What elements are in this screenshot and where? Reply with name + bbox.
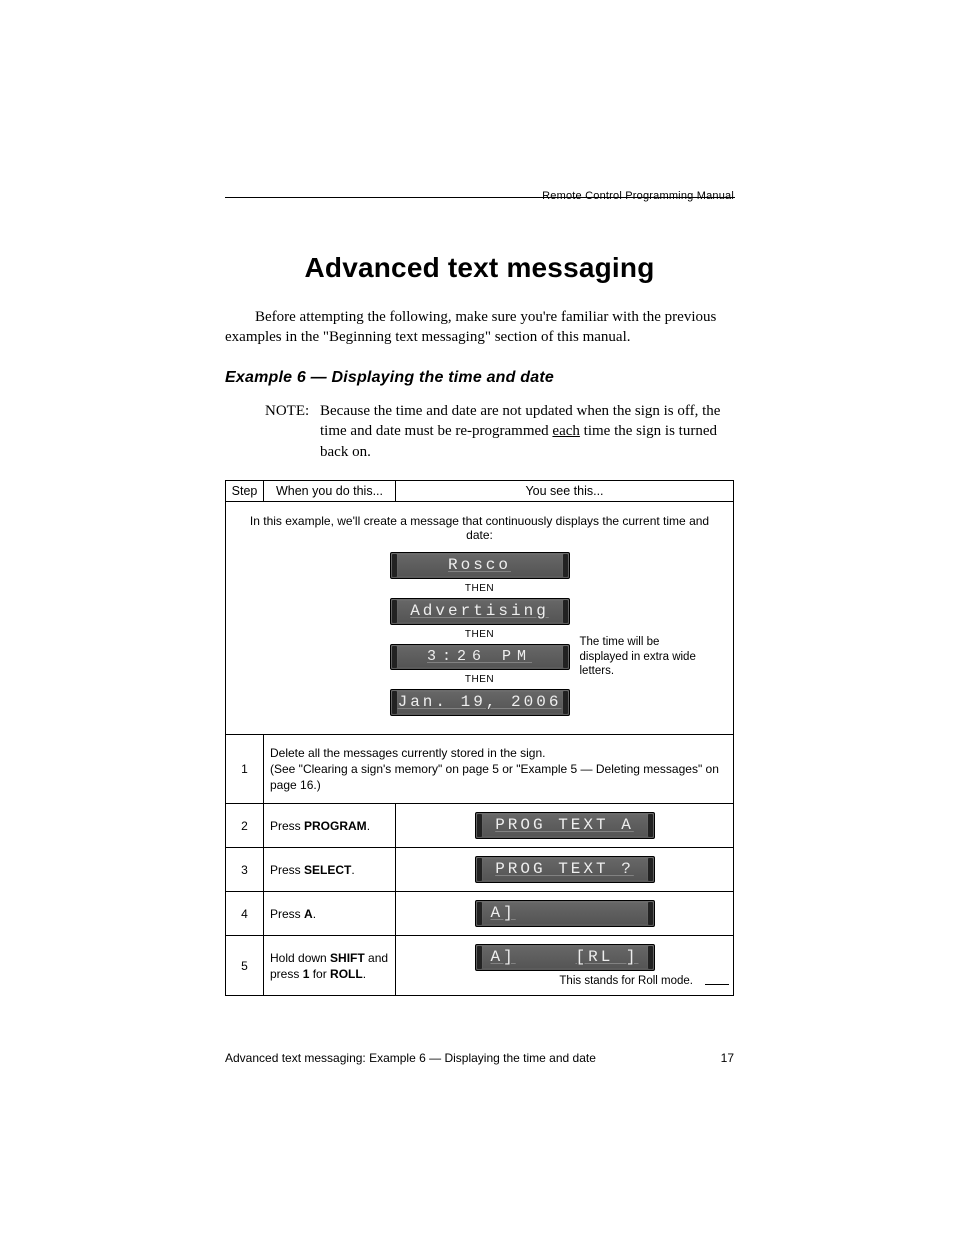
table-intro-cell: In this example, we'll create a message … [226,501,734,734]
th-step: Step [226,480,264,501]
step-action: Press A. [264,892,396,936]
table-row: 3 Press SELECT. PROG TEXT ? [226,848,734,892]
table-intro-text: In this example, we'll create a message … [236,512,723,542]
lcd-text: 3:26 PM [398,647,562,667]
note-block: NOTE: Because the time and date are not … [265,401,734,462]
footer-page-number: 17 [721,1051,734,1065]
step-number: 3 [226,848,264,892]
lcd-text: Rosco [398,555,562,576]
lcd-text: PROG TEXT ? [483,859,647,880]
time-annotation: The time will be displayed in extra wide… [580,635,700,678]
note-label: NOTE: [265,401,320,462]
step-number: 5 [226,936,264,996]
lcd-text: A] [483,903,647,924]
step-result: PROG TEXT A [396,804,734,848]
step-action: Press SELECT. [264,848,396,892]
then-label: THEN [465,629,494,640]
lcd-sequence: Rosco THEN Advertising THEN 3:26 PM The … [236,552,723,716]
lcd-display: 3:26 PM [390,644,570,670]
page-title: Advanced text messaging [225,252,734,284]
page-footer: Advanced text messaging: Example 6 — Dis… [225,1051,734,1065]
note-underlined: each [552,423,579,439]
step-action: Press PROGRAM. [264,804,396,848]
th-result: You see this... [396,480,734,501]
then-label: THEN [465,674,494,685]
steps-table: Step When you do this... You see this...… [225,480,734,997]
table-header-row: Step When you do this... You see this... [226,480,734,501]
table-row: 4 Press A. A] [226,892,734,936]
table-row: 1 Delete all the messages currently stor… [226,734,734,804]
note-body: Because the time and date are not update… [320,401,734,462]
example-heading: Example 6 — Displaying the time and date [225,369,734,387]
annotation-leader [705,984,729,985]
lcd-display: A] [475,900,655,927]
step-result: PROG TEXT ? [396,848,734,892]
table-row: 5 Hold down SHIFT and press 1 for ROLL. … [226,936,734,996]
lcd-text: Jan. 19, 2006 [398,692,562,713]
lcd-text: PROG TEXT A [483,815,647,836]
table-row: 2 Press PROGRAM. PROG TEXT A [226,804,734,848]
lcd-display: Jan. 19, 2006 [390,689,570,716]
step-action-text: Delete all the messages currently stored… [270,746,545,760]
step-number: 2 [226,804,264,848]
step-number: 1 [226,734,264,804]
th-action: When you do this... [264,480,396,501]
intro-paragraph: Before attempting the following, make su… [225,308,734,347]
lcd-text: A] [RL ] [483,947,647,968]
step-action: Delete all the messages currently stored… [264,734,734,804]
lcd-text: Advertising [398,601,562,622]
step-action: Hold down SHIFT and press 1 for ROLL. [264,936,396,996]
roll-annotation: This stands for Roll mode. [406,975,723,987]
lcd-display: PROG TEXT A [475,812,655,839]
footer-left: Advanced text messaging: Example 6 — Dis… [225,1051,596,1065]
table-intro-row: In this example, we'll create a message … [226,501,734,734]
running-header: Remote Control Programming Manual [542,190,734,202]
lcd-display: PROG TEXT ? [475,856,655,883]
step-result: A] [396,892,734,936]
step-action-subtext: (See "Clearing a sign's memory" on page … [270,762,719,792]
then-label: THEN [465,583,494,594]
step-number: 4 [226,892,264,936]
step-result: A] [RL ] This stands for Roll mode. [396,936,734,996]
lcd-display: A] [RL ] [475,944,655,971]
lcd-display: Advertising [390,598,570,625]
lcd-display: Rosco [390,552,570,579]
